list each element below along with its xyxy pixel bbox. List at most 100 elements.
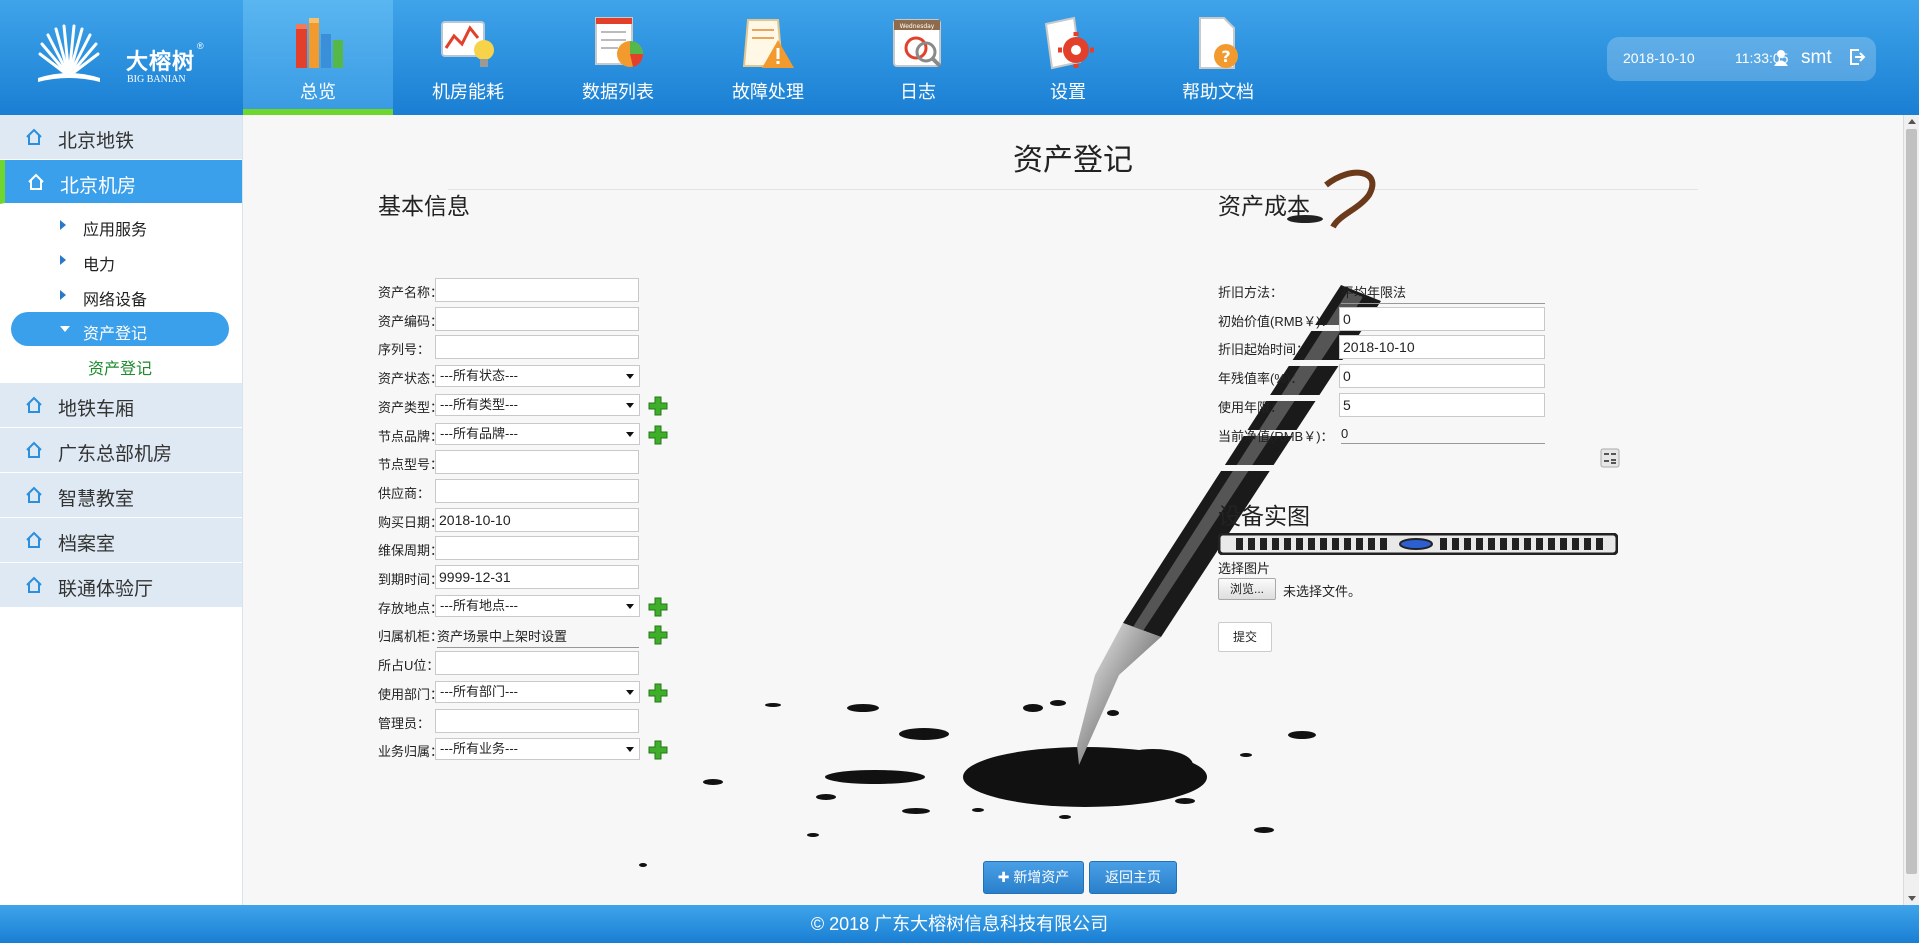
home-icon	[26, 396, 42, 413]
username[interactable]: smt	[1801, 47, 1832, 69]
sidebar: 北京地铁 北京机房 应用服务 电力 网络设备 资产登记 资产登记 地铁车厢 广东…	[0, 115, 243, 905]
calendar-weekday: Wednesday	[900, 23, 935, 30]
browse-button[interactable]: 浏览...	[1218, 578, 1276, 600]
cost-field-input[interactable]	[1339, 335, 1545, 360]
cost-field-input[interactable]	[1339, 306, 1545, 331]
back-home-button[interactable]: 返回主页	[1089, 861, 1177, 894]
sidebar-item-label: 广东总部机房	[58, 444, 173, 465]
add-plus-icon[interactable]	[648, 740, 668, 760]
logout-icon[interactable]	[1848, 48, 1866, 66]
field-input[interactable]	[435, 335, 639, 360]
sidebar-leaf-asset-register[interactable]: 资产登记	[88, 355, 152, 379]
field-input[interactable]	[435, 278, 639, 302]
sidebar-sub-app-service[interactable]: 应用服务	[0, 208, 242, 242]
nav-log[interactable]: Wednesday 日志	[843, 0, 993, 115]
scroll-thumb[interactable]	[1906, 129, 1917, 874]
field-label: 归属机柜：	[378, 629, 444, 645]
home-icon	[26, 531, 42, 548]
home-icon	[26, 441, 42, 458]
home-icon	[28, 173, 44, 190]
chevron-down-icon	[626, 603, 634, 609]
user-info-box: 2018-10-10 11:33:05 smt	[1607, 37, 1876, 81]
nav-settings[interactable]: 设置	[993, 0, 1143, 115]
field-input[interactable]	[435, 565, 639, 589]
sidebar-item-unicom-hall[interactable]: 联通体验厅	[0, 563, 242, 608]
registered-mark: ®	[197, 41, 204, 51]
cost-field-input[interactable]	[1339, 392, 1545, 417]
nav-label: 帮助文档	[1182, 82, 1254, 102]
sidebar-item-smart-classroom[interactable]: 智慧教室	[0, 473, 242, 518]
brand-name: 大榕树	[126, 49, 196, 74]
sidebar-sub-label: 应用服务	[83, 222, 148, 239]
field-input[interactable]	[435, 708, 639, 733]
nav-label: 数据列表	[582, 82, 654, 102]
sidebar-item-label: 北京地铁	[58, 131, 135, 152]
add-plus-icon[interactable]	[648, 625, 668, 645]
field-select[interactable]: ---所有业务---	[435, 738, 640, 761]
field-input[interactable]	[435, 306, 639, 331]
field-label: 管理员：	[378, 715, 431, 731]
field-select[interactable]: ---所有地点---	[435, 594, 640, 617]
caret-right-icon	[60, 290, 66, 300]
plus-icon: ✚	[997, 869, 1014, 885]
field-label: 资产状态：	[378, 371, 444, 387]
field-select[interactable]: ---所有类型---	[435, 393, 640, 416]
sidebar-sub-power[interactable]: 电力	[0, 243, 242, 277]
nav-label: 日志	[900, 82, 936, 102]
chevron-down-icon	[626, 689, 634, 695]
sidebar-item-beijing-room[interactable]: 北京机房	[0, 160, 242, 204]
sidebar-sub-asset-register[interactable]: 资产登记	[11, 312, 229, 346]
sidebar-item-beijing-subway[interactable]: 北京地铁	[0, 115, 242, 160]
footer: © 2018 广东大榕树信息科技有限公司	[0, 905, 1919, 943]
file-status-text: 未选择文件。	[1283, 584, 1362, 599]
add-asset-label: 新增资产	[1013, 869, 1070, 885]
cost-field-label: 使用年限：	[1218, 399, 1284, 415]
field-input[interactable]	[435, 536, 639, 561]
field-label: 资产类型：	[378, 399, 444, 415]
add-plus-icon[interactable]	[648, 683, 668, 703]
nav-help[interactable]: ? 帮助文档	[1143, 0, 1293, 115]
scroll-down-arrow-icon[interactable]	[1908, 896, 1916, 901]
field-label: 所占U位：	[378, 658, 440, 674]
sidebar-sub-network[interactable]: 网络设备	[0, 278, 242, 312]
select-value: ---所有地点---	[440, 597, 518, 613]
calculator-icon[interactable]	[1600, 448, 1620, 468]
server-device-image	[1218, 533, 1618, 555]
nav-energy[interactable]: 机房能耗	[393, 0, 543, 115]
field-input[interactable]	[435, 651, 639, 676]
field-select[interactable]: ---所有状态---	[435, 365, 640, 388]
field-select[interactable]: ---所有部门---	[435, 680, 640, 703]
add-plus-icon[interactable]	[648, 396, 668, 416]
nav-label: 机房能耗	[432, 82, 504, 102]
current-date: 2018-10-10	[1623, 50, 1695, 66]
field-input[interactable]	[435, 507, 639, 532]
nav-fault[interactable]: 故障处理	[693, 0, 843, 115]
sidebar-item-label: 地铁车厢	[58, 399, 135, 420]
field-input[interactable]	[435, 478, 639, 503]
select-value: ---所有业务---	[440, 741, 518, 757]
field-input[interactable]	[435, 450, 639, 475]
brand-logo[interactable]: 大榕树 ® BIG BANIAN	[34, 24, 214, 94]
cost-field-label: 折旧起始时间：	[1218, 342, 1310, 358]
device-photo-title: 设备实图	[1218, 503, 1310, 529]
cost-field-input[interactable]	[1339, 364, 1545, 389]
sidebar-item-archive[interactable]: 档案室	[0, 518, 242, 563]
nav-data-list[interactable]: 数据列表	[543, 0, 693, 115]
field-label: 资产编码：	[378, 313, 444, 329]
sidebar-item-label: 档案室	[58, 534, 116, 555]
add-plus-icon[interactable]	[648, 597, 668, 617]
sidebar-item-subway-carriage[interactable]: 地铁车厢	[0, 383, 242, 428]
field-label: 业务归属：	[378, 744, 444, 760]
submit-button[interactable]: 提交	[1218, 622, 1272, 652]
select-value: ---所有品牌---	[440, 425, 518, 441]
chevron-down-icon	[626, 431, 634, 437]
add-plus-icon[interactable]	[648, 425, 668, 445]
vertical-scrollbar[interactable]	[1903, 115, 1919, 905]
nav-overview[interactable]: 总览	[243, 0, 393, 115]
field-label: 使用部门：	[378, 686, 444, 702]
top-header: 大榕树 ® BIG BANIAN 总览 机房能耗 数据列表 故障处理 Wedne…	[0, 0, 1919, 115]
add-asset-button[interactable]: ✚ 新增资产	[983, 861, 1084, 894]
sidebar-item-guangdong-hq[interactable]: 广东总部机房	[0, 428, 242, 473]
field-select[interactable]: ---所有品牌---	[435, 422, 640, 445]
scroll-up-arrow-icon[interactable]	[1908, 119, 1916, 124]
